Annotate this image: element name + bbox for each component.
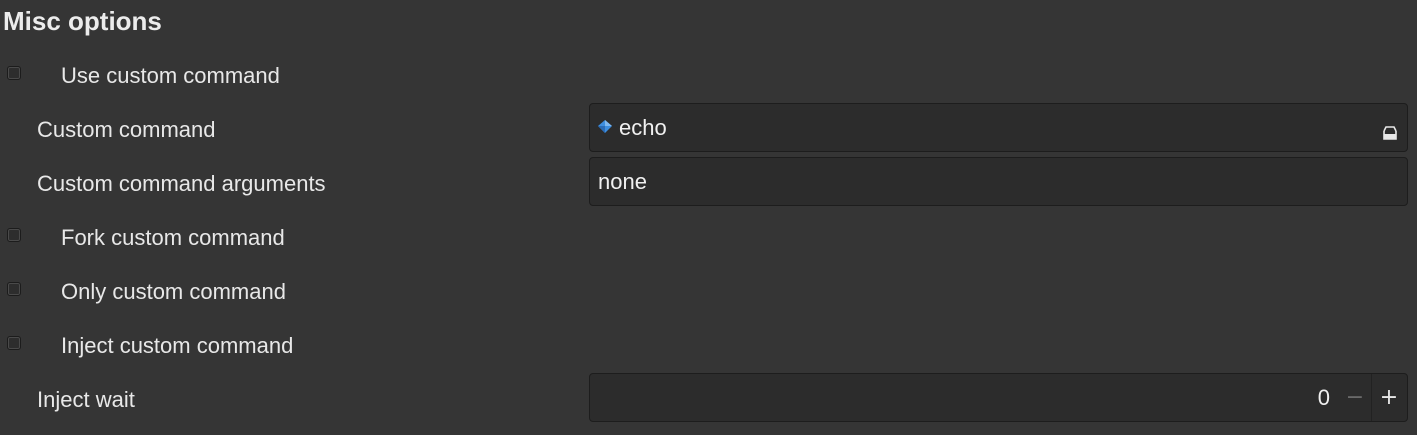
inject-custom-command-checkbox[interactable] — [7, 336, 21, 350]
custom-command-field[interactable]: echo — [589, 103, 1408, 152]
section-title: Misc options — [3, 6, 162, 36]
use-custom-command-checkbox[interactable] — [7, 66, 21, 80]
app-icon — [598, 120, 612, 133]
inject-custom-command-label[interactable]: Inject custom command — [61, 333, 293, 359]
decrement-button[interactable]: − — [1338, 374, 1372, 421]
only-custom-command-row[interactable]: Only custom command — [0, 265, 1417, 319]
fork-custom-command-checkbox[interactable] — [7, 228, 21, 242]
inject-wait-row: Inject wait 0 − + — [0, 373, 1417, 427]
only-custom-command-checkbox[interactable] — [7, 282, 21, 296]
custom-command-row: Custom command echo — [0, 103, 1417, 157]
use-custom-command-row[interactable]: Use custom command — [0, 49, 1417, 103]
inject-custom-command-row[interactable]: Inject custom command — [0, 319, 1417, 373]
only-custom-command-label[interactable]: Only custom command — [61, 279, 286, 305]
custom-command-label: Custom command — [37, 117, 216, 142]
increment-button[interactable]: + — [1371, 374, 1406, 421]
inject-wait-value[interactable]: 0 — [1318, 386, 1330, 410]
use-custom-command-label[interactable]: Use custom command — [61, 63, 280, 89]
custom-command-arguments-value[interactable]: none — [598, 170, 647, 194]
custom-command-arguments-row: Custom command arguments none — [0, 157, 1417, 211]
document-open-icon[interactable] — [1381, 123, 1399, 141]
inject-wait-spinbutton[interactable]: 0 − + — [589, 373, 1408, 422]
inject-wait-label: Inject wait — [37, 387, 135, 412]
custom-command-arguments-label: Custom command arguments — [37, 171, 326, 196]
fork-custom-command-row[interactable]: Fork custom command — [0, 211, 1417, 265]
fork-custom-command-label[interactable]: Fork custom command — [61, 225, 285, 251]
custom-command-value[interactable]: echo — [619, 116, 667, 140]
custom-command-arguments-field[interactable]: none — [589, 157, 1408, 206]
